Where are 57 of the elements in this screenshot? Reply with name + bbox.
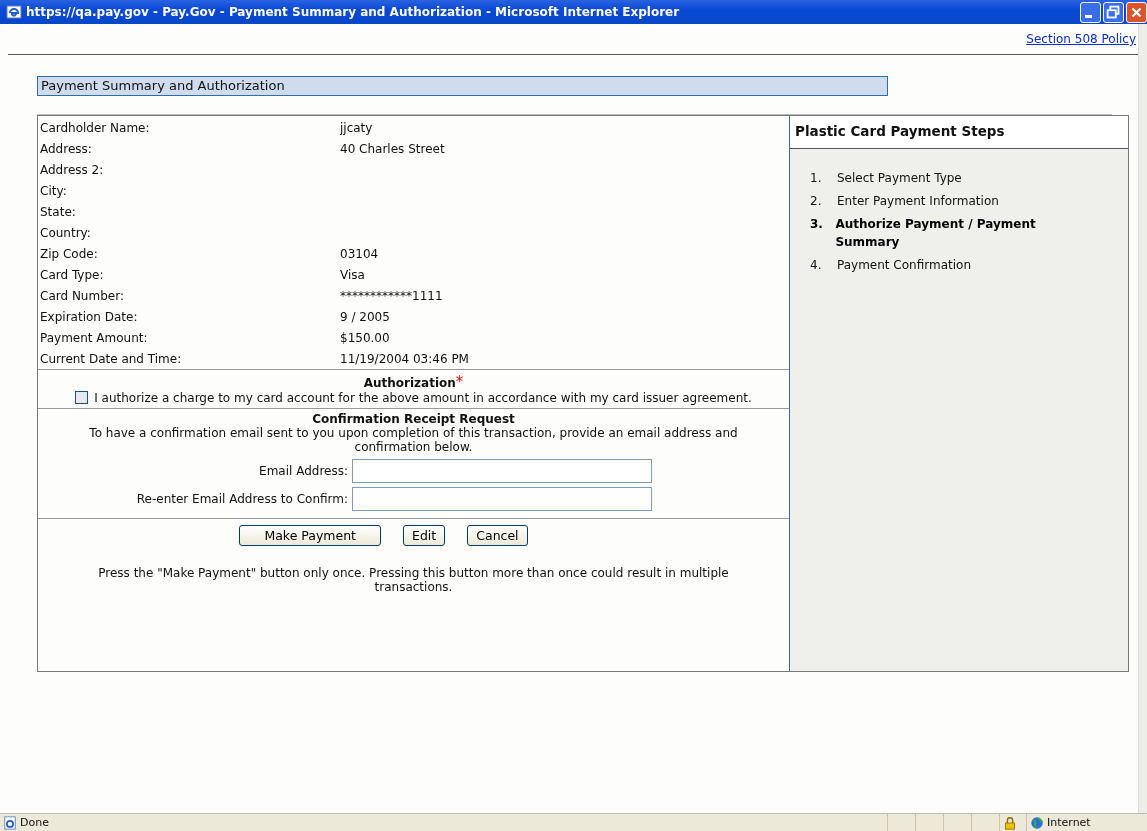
browser-icon: [6, 4, 22, 20]
step-label: Enter Payment Information: [837, 193, 999, 210]
action-button[interactable]: Edit: [403, 525, 446, 546]
action-button[interactable]: Make Payment: [239, 525, 382, 546]
field-label: Payment Amount:: [40, 330, 149, 345]
field-label: Email Address:: [258, 464, 349, 478]
authorization-heading: Authorization: [363, 376, 456, 390]
field-label: State:: [40, 204, 77, 219]
minimize-button[interactable]: [1080, 1, 1101, 23]
field-label: Current Date and Time:: [40, 351, 183, 366]
step-number: 3.: [810, 216, 824, 233]
email-field[interactable]: [352, 459, 652, 483]
window-title: https://qa.pay.gov - Pay.Gov - Payment Summary and Authorization - Microsoft Internet Explorer: [26, 5, 681, 19]
field-label: Address 2:: [40, 162, 105, 177]
field-label: Zip Code:: [40, 246, 99, 261]
field-label: Card Type:: [40, 267, 105, 282]
section-508-link[interactable]: Section 508 Policy: [1026, 32, 1136, 46]
step-label: Select Payment Type: [837, 170, 962, 187]
action-button[interactable]: Cancel: [467, 525, 528, 546]
zone-text: Internet: [1047, 816, 1091, 829]
field-label: Address:: [40, 141, 93, 156]
step-label: Payment Confirmation: [837, 257, 971, 274]
receipt-heading: Confirmation Receipt Request: [311, 412, 516, 426]
field-value: jjcaty: [340, 120, 373, 135]
field-label: Expiration Date:: [40, 309, 139, 324]
warning-text: Press the "Make Payment" button only once. Pressing this button more than once could result in multiple transactions.: [97, 566, 730, 594]
field-value: Visa: [340, 267, 365, 282]
required-mark: *: [455, 373, 464, 391]
steps-title: Plastic Card Payment Steps: [790, 116, 1128, 149]
minimize-icon: [1085, 14, 1092, 18]
page-heading: Payment Summary and Authorization: [37, 76, 888, 96]
email-field[interactable]: [352, 487, 652, 511]
field-label: Card Number:: [40, 288, 125, 303]
step-number: 1.: [810, 170, 823, 187]
receipt-instructions: To have a confirmation email sent to you upon completion of this transaction, provide an email address and confirmation below.: [88, 426, 739, 454]
authorization-text: I authorize a charge to my card account for the above amount in accordance with my card issuer agreement.: [94, 391, 752, 405]
field-label: Re-enter Email Address to Confirm:: [135, 492, 349, 506]
field-value: 9 / 2005: [340, 309, 390, 324]
field-label: Cardholder Name:: [40, 120, 151, 135]
field-value: 40 Charles Street: [340, 141, 445, 156]
lock-icon: [1003, 815, 1017, 830]
status-text: Done: [20, 816, 49, 829]
scrollbar[interactable]: [1138, 24, 1147, 813]
globe-icon: [1030, 815, 1044, 830]
step-number: 2.: [810, 193, 823, 210]
field-value: 03104: [340, 246, 379, 261]
restore-button[interactable]: [1103, 1, 1124, 23]
authorize-checkbox[interactable]: [75, 391, 89, 404]
field-value: $150.00: [340, 330, 390, 345]
step-label: Authorize Payment / Payment Summary: [835, 216, 1037, 251]
step-number: 4.: [810, 257, 823, 274]
field-value: ************1111: [340, 288, 443, 303]
close-button[interactable]: [1126, 1, 1147, 23]
page-icon: [3, 815, 17, 830]
field-label: City:: [40, 183, 68, 198]
field-label: Country:: [40, 225, 92, 240]
field-value: 11/19/2004 03:46 PM: [340, 351, 469, 366]
